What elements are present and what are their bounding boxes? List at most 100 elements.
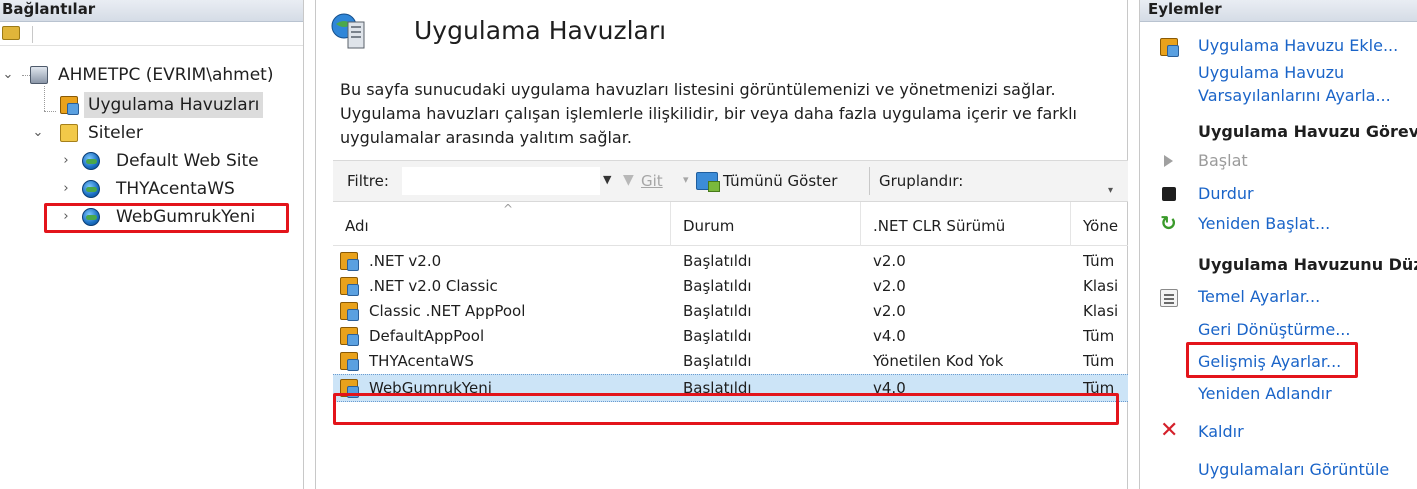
show-all-icon bbox=[696, 172, 720, 192]
page-description: Bu sayfa sunucudaki uygulama havuzları l… bbox=[340, 80, 1077, 147]
application-pool-icon bbox=[340, 277, 359, 296]
restart-icon: ↻ bbox=[1160, 211, 1177, 235]
cell-name: .NET v2.0 Classic bbox=[369, 277, 498, 295]
actions-panel: Eylemler Uygulama Havuzu Ekle... Uygulam… bbox=[1139, 0, 1417, 489]
cell-status: Başlatıldı bbox=[683, 352, 752, 370]
cell-clr-version: Yönetilen Kod Yok bbox=[873, 352, 1004, 370]
sites-folder-icon bbox=[60, 124, 78, 142]
cell-clr-version: v2.0 bbox=[873, 252, 906, 270]
filter-bar: Filtre: ▼ ▼ Git ▾ Tümünü Göster Grupland… bbox=[333, 160, 1128, 202]
sort-ascending-icon: ^ bbox=[503, 202, 514, 216]
add-application-pool-link[interactable]: Uygulama Havuzu Ekle... bbox=[1198, 34, 1398, 58]
filter-label: Filtre: bbox=[347, 172, 389, 190]
basic-settings-link[interactable]: Temel Ayarlar... bbox=[1198, 285, 1320, 309]
stop-icon bbox=[1162, 187, 1176, 201]
application-pool-icon bbox=[340, 302, 359, 321]
cell-status: Başlatıldı bbox=[683, 277, 752, 295]
table-row[interactable]: THYAcentaWS Başlatıldı Yönetilen Kod Yok… bbox=[333, 349, 1128, 374]
tree-item-server[interactable]: ⌄ AHMETPC (EVRIM\ahmet) bbox=[0, 62, 300, 88]
tree-item-default-web-site[interactable]: › Default Web Site bbox=[0, 148, 300, 174]
chevron-right-icon[interactable]: › bbox=[60, 176, 72, 202]
show-all-button[interactable]: Tümünü Göster bbox=[723, 172, 837, 190]
tree-item-webgumrukyeni[interactable]: › WebGumrukYeni bbox=[0, 204, 300, 230]
server-icon bbox=[30, 66, 48, 84]
application-pools-icon bbox=[331, 13, 365, 49]
remove-link[interactable]: Kaldır bbox=[1198, 420, 1244, 444]
cell-pipeline-mode: Tüm bbox=[1083, 327, 1115, 345]
column-header-status[interactable]: Durum bbox=[683, 217, 734, 235]
recycling-link[interactable]: Geri Dönüştürme... bbox=[1198, 318, 1350, 342]
connections-header: Bağlantılar bbox=[0, 0, 303, 22]
cell-pipeline-mode: Tüm bbox=[1083, 379, 1115, 397]
rename-link[interactable]: Yeniden Adlandır bbox=[1198, 382, 1332, 406]
cell-name: DefaultAppPool bbox=[369, 327, 485, 345]
tree-item-label: Uygulama Havuzları bbox=[84, 92, 264, 118]
cell-pipeline-mode: Klasi bbox=[1083, 302, 1119, 320]
table-row[interactable]: .NET v2.0 Classic Başlatıldı v2.0 Klasi bbox=[333, 274, 1128, 299]
go-dropdown-icon[interactable]: ▾ bbox=[683, 173, 689, 186]
globe-icon bbox=[82, 208, 100, 226]
column-header-clr-version[interactable]: .NET CLR Sürümü bbox=[873, 217, 1005, 235]
start-icon bbox=[1164, 155, 1173, 167]
view-applications-link[interactable]: Uygulamaları Görüntüle bbox=[1198, 458, 1389, 482]
cell-status: Başlatıldı bbox=[683, 327, 752, 345]
start-link[interactable]: Başlat bbox=[1198, 149, 1248, 173]
cell-clr-version: v4.0 bbox=[873, 327, 906, 345]
cell-clr-version: v2.0 bbox=[873, 277, 906, 295]
column-divider[interactable] bbox=[670, 202, 671, 246]
go-button[interactable]: Git bbox=[641, 172, 663, 190]
globe-icon bbox=[82, 152, 100, 170]
cell-name: WebGumrukYeni bbox=[369, 379, 492, 397]
toolbar-separator bbox=[869, 167, 870, 195]
tree-item-application-pools[interactable]: Uygulama Havuzları bbox=[0, 92, 300, 118]
table-row[interactable]: DefaultAppPool Başlatıldı v4.0 Tüm bbox=[333, 324, 1128, 349]
column-divider[interactable] bbox=[1070, 202, 1071, 246]
add-application-pool-icon bbox=[1160, 38, 1179, 57]
advanced-settings-link[interactable]: Gelişmiş Ayarlar... bbox=[1198, 350, 1341, 374]
group-by-dropdown-icon[interactable]: ▾ bbox=[1108, 185, 1113, 196]
chevron-right-icon[interactable]: › bbox=[60, 148, 72, 174]
set-pool-defaults-link-line2[interactable]: Varsayılanlarını Ayarla... bbox=[1198, 84, 1391, 108]
column-header-pipeline-mode[interactable]: Yöne bbox=[1083, 217, 1127, 235]
chevron-down-icon[interactable]: ⌄ bbox=[32, 120, 44, 146]
chevron-right-icon[interactable]: › bbox=[60, 204, 72, 230]
section-edit-pool: Uygulama Havuzunu Düzenle bbox=[1198, 255, 1417, 274]
application-pool-icon bbox=[340, 327, 359, 346]
create-connection-icon[interactable] bbox=[2, 26, 20, 40]
toolbar-separator bbox=[32, 26, 33, 43]
tree-item-sites[interactable]: ⌄ Siteler bbox=[0, 120, 300, 146]
cell-name: Classic .NET AppPool bbox=[369, 302, 526, 320]
table-row-selected[interactable]: WebGumrukYeni Başlatıldı v4.0 Tüm bbox=[333, 374, 1128, 402]
cell-clr-version: v2.0 bbox=[873, 302, 906, 320]
chevron-down-icon[interactable]: ⌄ bbox=[2, 62, 14, 88]
filter-dropdown-icon[interactable]: ▼ bbox=[603, 173, 611, 186]
section-pool-tasks: Uygulama Havuzu Görevleri bbox=[1198, 122, 1417, 141]
tree-item-label: THYAcentaWS bbox=[116, 179, 235, 199]
application-pools-table: ^ Adı Durum .NET CLR Sürümü Yöne .NET v2… bbox=[333, 202, 1128, 402]
tree-item-thyacentaws[interactable]: › THYAcentaWS bbox=[0, 176, 300, 202]
column-header-name[interactable]: Adı bbox=[345, 217, 369, 235]
set-pool-defaults-link[interactable]: Uygulama Havuzu bbox=[1198, 61, 1344, 85]
connections-panel: Bağlantılar ⌄ AHMETPC (EVRIM\ahmet) Uygu… bbox=[0, 0, 304, 489]
cell-clr-version: v4.0 bbox=[873, 379, 906, 397]
cell-pipeline-mode: Tüm bbox=[1083, 252, 1115, 270]
column-divider[interactable] bbox=[860, 202, 861, 246]
tree-item-label: Default Web Site bbox=[116, 151, 259, 171]
connections-toolbar bbox=[0, 22, 303, 46]
stop-link[interactable]: Durdur bbox=[1198, 182, 1254, 206]
application-pool-icon bbox=[60, 96, 79, 115]
tree-item-label: WebGumrukYeni bbox=[116, 207, 256, 227]
filter-input[interactable] bbox=[401, 166, 601, 196]
cell-pipeline-mode: Klasi bbox=[1083, 277, 1119, 295]
group-by-label[interactable]: Gruplandır: bbox=[879, 172, 963, 190]
funnel-icon: ▼ bbox=[623, 172, 634, 188]
cell-name: THYAcentaWS bbox=[369, 352, 474, 370]
restart-link[interactable]: Yeniden Başlat... bbox=[1198, 212, 1330, 236]
cell-name: .NET v2.0 bbox=[369, 252, 442, 270]
table-row[interactable]: Classic .NET AppPool Başlatıldı v2.0 Kla… bbox=[333, 299, 1128, 324]
cell-pipeline-mode: Tüm bbox=[1083, 352, 1115, 370]
table-row[interactable]: .NET v2.0 Başlatıldı v2.0 Tüm bbox=[333, 249, 1128, 274]
application-pool-icon bbox=[340, 352, 359, 371]
tree-item-label: Siteler bbox=[88, 123, 143, 143]
cell-status: Başlatıldı bbox=[683, 252, 752, 270]
